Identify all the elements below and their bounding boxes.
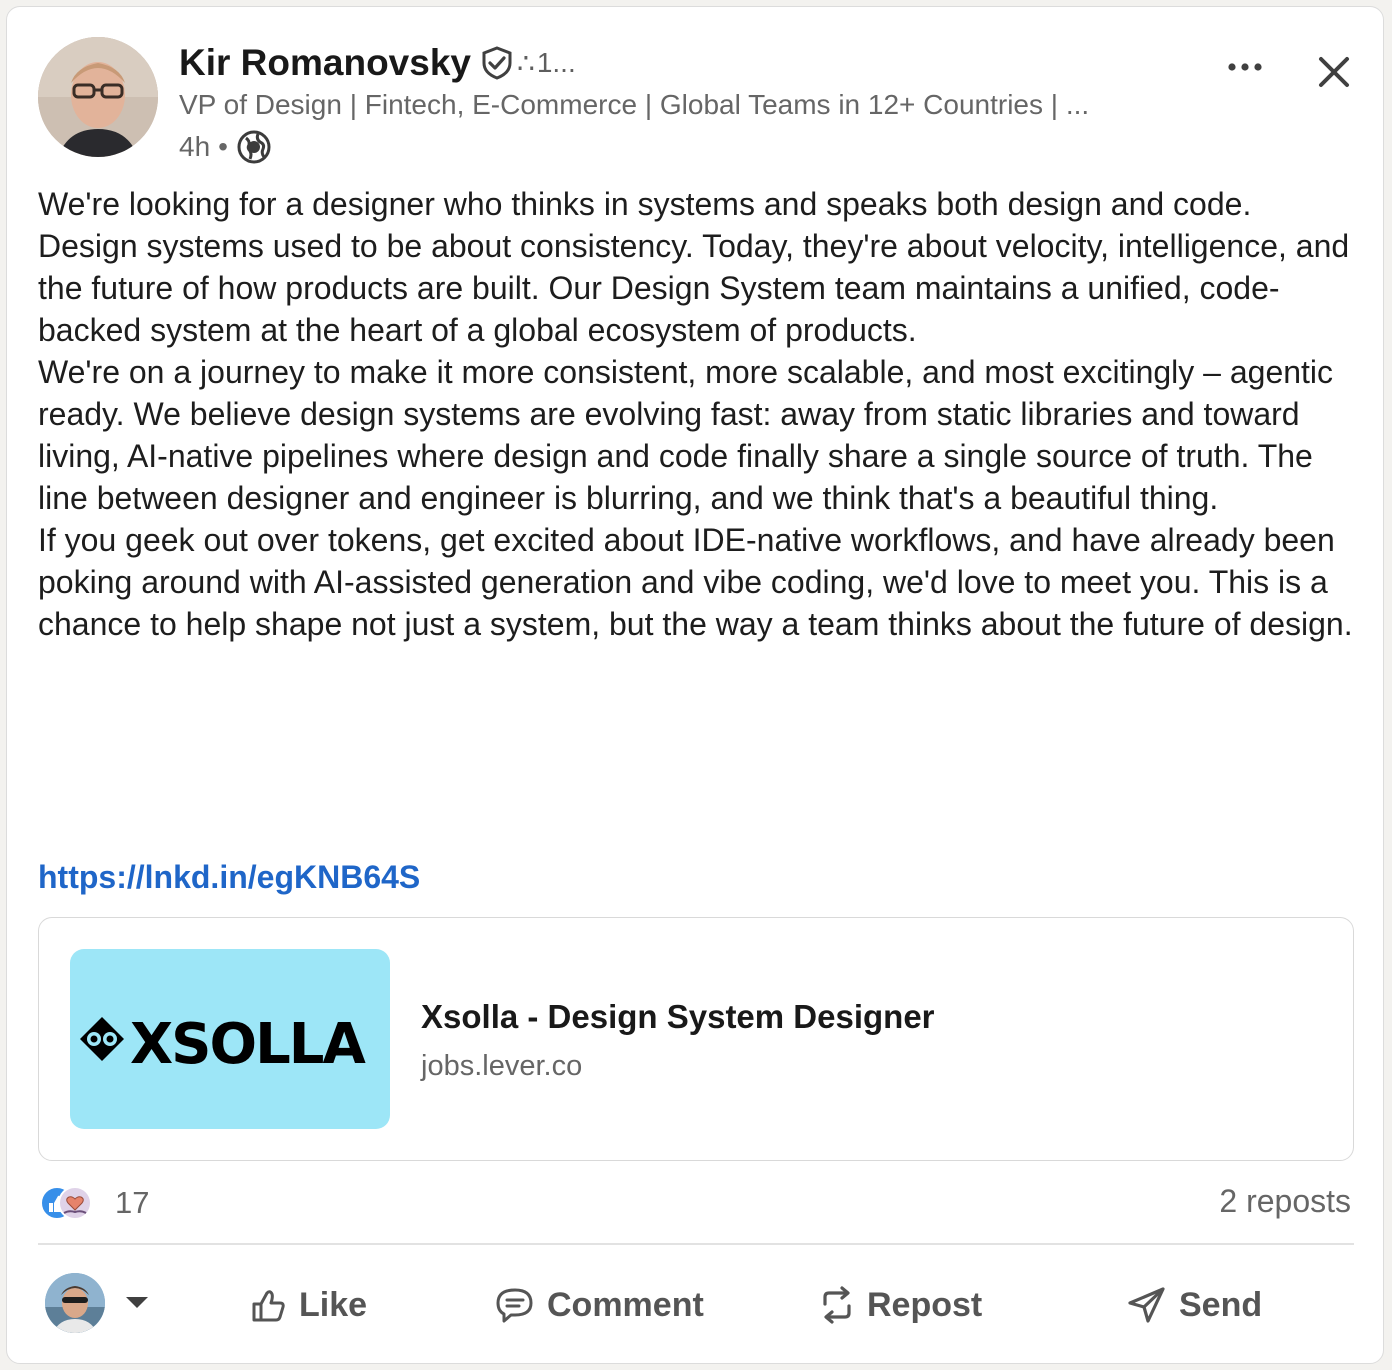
post-body: We're looking for a designer who thinks …	[38, 183, 1358, 645]
comment-icon	[496, 1288, 533, 1323]
post-time: 4h	[179, 131, 211, 162]
repost-button[interactable]: Repost	[819, 1279, 982, 1331]
link-preview-title: Xsolla - Design System Designer	[421, 998, 935, 1035]
post-paragraph: If you geek out over tokens, get excited…	[38, 522, 1353, 642]
comment-button[interactable]: Comment	[495, 1279, 704, 1331]
author-photo	[38, 37, 158, 157]
reactions-summary[interactable]: 17	[39, 1183, 149, 1223]
reaction-icons	[39, 1183, 107, 1223]
author-name[interactable]: Kir Romanovsky	[179, 42, 471, 84]
send-icon	[1128, 1287, 1165, 1323]
close-button[interactable]	[1307, 45, 1361, 99]
post-meta: 4h •	[179, 127, 272, 167]
actions-divider	[38, 1243, 1354, 1245]
connection-degree: 1...	[536, 47, 576, 78]
repost-icon	[823, 1286, 851, 1324]
comment-label: Comment	[547, 1285, 704, 1324]
close-icon	[1319, 57, 1349, 87]
more-options-icon	[1228, 63, 1262, 71]
link-preview-domain: jobs.lever.co	[421, 1050, 583, 1082]
globe-icon	[237, 130, 271, 164]
like-icon	[252, 1290, 285, 1322]
xsolla-logo-text: XSOLLA	[130, 1012, 366, 1077]
post-paragraph: We're looking for a designer who thinks …	[38, 186, 1252, 222]
author-headline: VP of Design | Fintech, E-Commerce | Glo…	[179, 89, 1090, 120]
current-user-avatar	[45, 1273, 105, 1333]
reposts-count[interactable]: 2 reposts	[1219, 1183, 1351, 1220]
xsolla-logo: XSOLLA	[80, 1012, 368, 1077]
post-paragraph: We're on a journey to make it more consi…	[38, 354, 1334, 516]
post-paragraph: Design systems used to be about consiste…	[38, 228, 1350, 348]
meta-separator: •	[218, 131, 228, 162]
like-label: Like	[299, 1285, 368, 1324]
reaction-icons-graphic	[40, 1186, 92, 1220]
chevron-down-icon	[126, 1297, 148, 1308]
more-options-button[interactable]	[1217, 47, 1273, 87]
like-button[interactable]: Like	[249, 1279, 367, 1331]
current-user-photo	[45, 1273, 105, 1333]
link-preview-thumbnail: XSOLLA	[70, 949, 390, 1129]
post-link[interactable]: https://lnkd.in/egKNB64S	[38, 859, 420, 896]
link-preview-card[interactable]: XSOLLA Xsolla - Design System Designer j…	[38, 917, 1354, 1161]
post-card: Kir Romanovsky ∴ 1... VP of Design | Fin…	[6, 6, 1384, 1364]
actor-switcher[interactable]	[45, 1273, 149, 1333]
degree-dots: ∴	[517, 47, 535, 79]
author-avatar[interactable]	[38, 37, 158, 157]
send-label: Send	[1179, 1285, 1263, 1324]
reaction-count: 17	[115, 1185, 150, 1220]
send-button[interactable]: Send	[1127, 1279, 1262, 1331]
repost-label: Repost	[867, 1285, 983, 1324]
love-reaction-icon	[58, 1186, 92, 1220]
author-row: Kir Romanovsky ∴ 1...	[179, 41, 576, 85]
verified-shield-icon	[482, 46, 512, 80]
